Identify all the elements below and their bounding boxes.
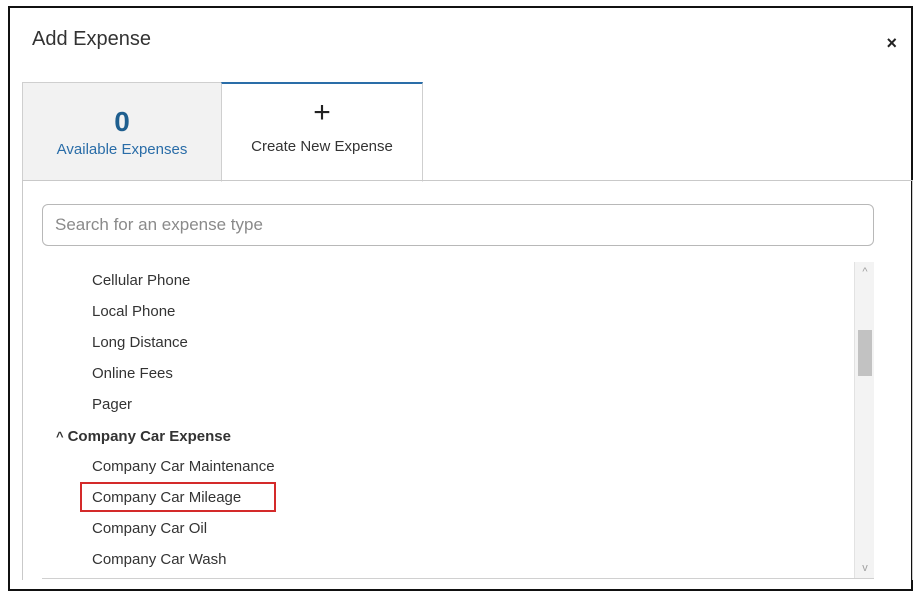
expense-type-list: Cellular Phone Local Phone Long Distance…: [42, 262, 854, 578]
dialog-title: Add Expense: [32, 28, 151, 50]
available-count: 0: [114, 106, 130, 137]
plus-icon: +: [313, 96, 331, 129]
chevron-up-icon: ^: [56, 429, 64, 444]
highlight-box: [80, 482, 276, 512]
scroll-up-icon[interactable]: ^: [855, 264, 875, 280]
list-item[interactable]: Long Distance: [92, 334, 188, 351]
tab-create-label: Create New Expense: [251, 138, 393, 155]
tab-available-label: Available Expenses: [56, 141, 188, 158]
list-item[interactable]: Online Fees: [92, 365, 173, 382]
scroll-down-icon[interactable]: v: [855, 560, 875, 576]
list-item[interactable]: Pager: [92, 396, 132, 413]
list-item[interactable]: Company Car Maintenance: [92, 458, 275, 475]
category-label: Company Car Expense: [67, 428, 231, 445]
close-icon[interactable]: ×: [886, 34, 897, 52]
search-input[interactable]: [42, 204, 874, 246]
list-scrollbar[interactable]: ^ v: [854, 262, 874, 578]
list-bottom-divider: [42, 578, 874, 579]
tabs-divider: [22, 180, 913, 181]
scrollbar-thumb[interactable]: [858, 330, 872, 376]
list-item[interactable]: Company Car Oil: [92, 520, 207, 537]
list-item[interactable]: Local Phone: [92, 303, 175, 320]
list-item[interactable]: Company Car Wash: [92, 551, 227, 568]
panel-border-right: [912, 180, 913, 580]
list-item[interactable]: Cellular Phone: [92, 272, 190, 289]
panel-border-left: [22, 180, 23, 580]
tab-create-new-expense[interactable]: + Create New Expense: [221, 82, 423, 182]
category-company-car-expense[interactable]: ^ Company Car Expense: [56, 428, 231, 445]
tab-available-expenses[interactable]: 0 Available Expenses: [22, 82, 222, 181]
